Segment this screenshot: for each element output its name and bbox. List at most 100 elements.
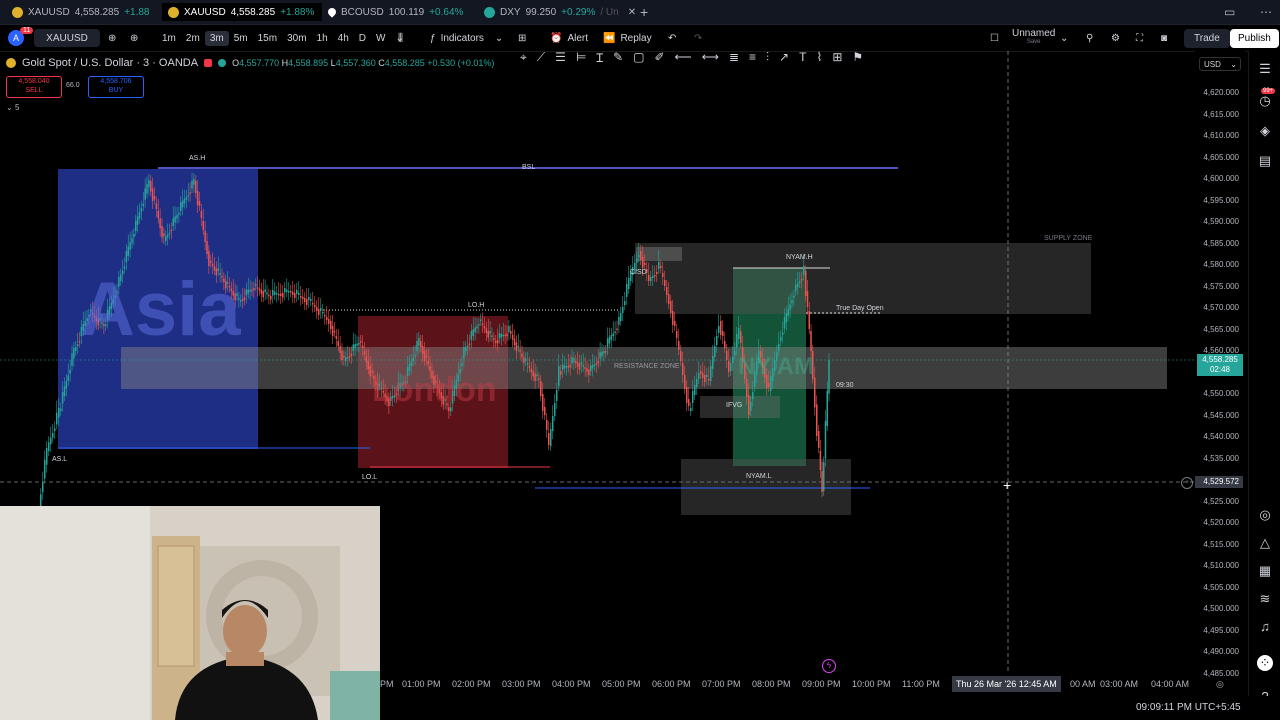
- candle-body: [296, 290, 298, 294]
- tab-change: +1.88%: [280, 6, 315, 18]
- candle-body: [416, 341, 418, 351]
- tf-w[interactable]: W: [371, 31, 390, 46]
- tf-30m[interactable]: 30m: [282, 31, 311, 46]
- profile-avatar[interactable]: A 11: [8, 25, 34, 51]
- tf-3m[interactable]: 3m: [204, 30, 229, 46]
- tab-price: 4,558.285: [74, 6, 120, 18]
- candle-body: [722, 331, 724, 336]
- indicators-button[interactable]: ƒ Indicators ⌄: [430, 25, 503, 51]
- time-tick: 04:00 PM: [552, 679, 591, 689]
- tab-bcousd[interactable]: BCOUSD 100.119 +0.64%: [322, 3, 469, 21]
- candle-body: [180, 202, 182, 211]
- sell-price: 4,558.040: [18, 78, 50, 85]
- candle-body: [795, 285, 797, 291]
- symbol-search[interactable]: XAUUSD: [34, 29, 100, 47]
- quick-search-icon[interactable]: ⚲: [1086, 25, 1093, 51]
- settings-icon[interactable]: ⚙: [1111, 25, 1120, 51]
- time-tick: PM: [380, 679, 394, 689]
- candle-body: [668, 294, 670, 304]
- tf-1h[interactable]: 1h: [312, 31, 333, 46]
- apps-grid-icon[interactable]: ⁘: [1257, 655, 1273, 671]
- camera-icon[interactable]: ◙: [1161, 25, 1167, 51]
- candle-body: [138, 212, 141, 219]
- candle-body: [159, 218, 161, 228]
- candle-body: [348, 356, 351, 358]
- candle-body: [530, 368, 533, 372]
- candle-body: [272, 290, 274, 296]
- candle-body: [783, 317, 786, 329]
- sell-button[interactable]: 4,558.040 SELL: [6, 76, 62, 98]
- time-tick: 10:00 PM: [852, 679, 891, 689]
- candle-body: [791, 300, 793, 304]
- add-symbol-icon[interactable]: ⊕: [130, 25, 138, 51]
- candle-body: [288, 291, 290, 293]
- tf-15m[interactable]: 15m: [253, 31, 282, 46]
- candle-body: [151, 188, 154, 201]
- tab-change: +0.29%: [561, 6, 596, 18]
- fullscreen-icon[interactable]: ⛶: [1136, 25, 1143, 51]
- time-settings-icon[interactable]: ◎: [1216, 679, 1224, 690]
- candle-body: [414, 355, 416, 357]
- candle-body: [620, 313, 622, 321]
- time-tick: 04:00 AM: [1151, 679, 1190, 689]
- candle-body: [286, 289, 288, 292]
- indicators-collapse[interactable]: ⌄ 5: [6, 103, 19, 112]
- candle-body: [605, 351, 607, 353]
- new-tab-plus-icon[interactable]: +: [634, 3, 654, 21]
- watchlist-icon[interactable]: ☰: [1257, 61, 1273, 77]
- candle-body: [500, 334, 503, 338]
- candle-type-icon[interactable]: ⫴: [398, 25, 403, 51]
- price-tick: 4,520.000: [1203, 518, 1239, 527]
- chevron-down-icon[interactable]: ⌄: [1060, 25, 1068, 51]
- lightning-icon[interactable]: ϟ: [822, 659, 836, 673]
- layers-icon[interactable]: ◈: [1257, 123, 1273, 139]
- candle-body: [73, 348, 75, 359]
- tf-1m[interactable]: 1m: [157, 31, 181, 46]
- candle-body: [191, 180, 193, 189]
- clock-timezone[interactable]: 09:09:11 PM UTC+5:45: [1136, 702, 1241, 713]
- candle-body: [578, 363, 581, 370]
- tf-4h[interactable]: 4h: [333, 31, 354, 46]
- tab-change: +0.64%: [429, 6, 464, 18]
- candle-body: [672, 311, 674, 325]
- chat-icon[interactable]: ▤: [1257, 153, 1273, 169]
- add-alert-plus-icon[interactable]: +: [1181, 477, 1193, 489]
- candle-body: [256, 287, 259, 289]
- candle-body: [294, 293, 296, 298]
- time-axis[interactable]: PM 01:00 PM 02:00 PM 03:00 PM 04:00 PM 0…: [380, 676, 1248, 694]
- tab-xauusd-1[interactable]: XAUUSD 4,558.285 +1.88: [6, 3, 156, 21]
- layout-name[interactable]: Unnamed Save: [1012, 25, 1055, 51]
- candle-body: [588, 369, 590, 375]
- compare-icon[interactable]: ⊕: [108, 25, 116, 51]
- tf-d[interactable]: D: [354, 31, 371, 46]
- alerts-clock-icon[interactable]: ◷: [1257, 93, 1273, 109]
- candle-body: [470, 331, 473, 340]
- symbol-title[interactable]: Gold Spot / U.S. Dollar · 3 · OANDA: [22, 57, 198, 69]
- candle-body: [498, 333, 501, 339]
- candle-body: [266, 292, 268, 295]
- display-icon[interactable]: ▭: [1218, 3, 1241, 21]
- buy-button[interactable]: 4,558.706 BUY: [88, 76, 144, 98]
- currency-select[interactable]: USD ⌄: [1199, 57, 1241, 71]
- tab-dxy[interactable]: DXY 99.250 +0.29% / Un ✕: [478, 3, 642, 21]
- tf-5m[interactable]: 5m: [229, 31, 253, 46]
- time-tick: 06:00 PM: [652, 679, 691, 689]
- calendar-icon[interactable]: ▦: [1257, 563, 1273, 579]
- candle-body: [686, 387, 688, 403]
- notifications-bell-icon[interactable]: ♫: [1257, 619, 1273, 635]
- candle-body: [554, 403, 556, 416]
- publish-button[interactable]: Publish: [1230, 25, 1279, 51]
- candle-body: [650, 277, 652, 281]
- nyam-session-label: NY AM: [738, 353, 815, 380]
- candle-body: [478, 324, 480, 326]
- target-icon[interactable]: ◎: [1257, 507, 1273, 523]
- ideas-icon[interactable]: △: [1257, 535, 1273, 551]
- broadcast-icon[interactable]: ≋: [1257, 591, 1273, 607]
- layout-select-checkbox[interactable]: ☐: [990, 25, 999, 51]
- nyam-high-label: NYAM.H: [786, 254, 813, 261]
- trade-button[interactable]: Trade: [1184, 25, 1230, 51]
- tf-2m[interactable]: 2m: [181, 31, 205, 46]
- tab-xauusd-2[interactable]: XAUUSD 4,558.285 +1.88%: [162, 3, 322, 21]
- more-icon[interactable]: ⋯: [1254, 3, 1278, 21]
- price-axis[interactable]: USD ⌄ 4,620.000 4,615.000 4,610.000 4,605.00…: [1195, 51, 1245, 678]
